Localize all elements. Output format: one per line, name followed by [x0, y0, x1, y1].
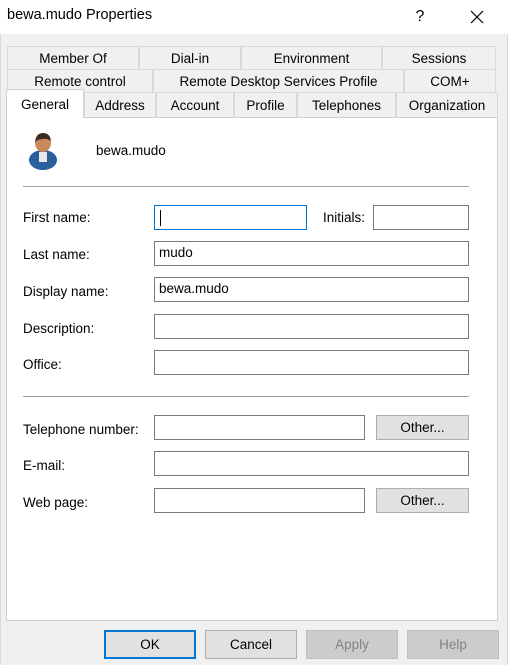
window-title: bewa.mudo Properties	[7, 7, 153, 23]
tab-account[interactable]: Account	[156, 92, 234, 117]
tab-com-plus[interactable]: COM+	[404, 69, 496, 92]
initials-label: Initials:	[323, 210, 366, 225]
text-cursor	[160, 210, 161, 226]
telephone-label: Telephone number:	[23, 422, 139, 437]
close-icon	[470, 10, 484, 24]
telephone-field[interactable]	[154, 415, 365, 440]
tab-sessions[interactable]: Sessions	[382, 46, 496, 69]
help-title-button[interactable]: ?	[405, 0, 435, 34]
tab-general[interactable]: General	[6, 89, 84, 118]
tab-telephones[interactable]: Telephones	[297, 92, 396, 117]
web-page-label: Web page:	[23, 495, 89, 510]
user-icon	[29, 133, 57, 170]
office-field[interactable]	[154, 350, 469, 375]
display-name-field[interactable]: bewa.mudo	[154, 277, 469, 302]
title-bar: bewa.mudo Properties ?	[0, 0, 508, 34]
office-label: Office:	[23, 357, 62, 372]
last-name-label: Last name:	[23, 247, 90, 262]
tab-environment[interactable]: Environment	[241, 46, 382, 69]
tab-dial-in[interactable]: Dial-in	[139, 46, 241, 69]
email-field[interactable]	[154, 451, 469, 476]
display-name-label: Display name:	[23, 284, 109, 299]
tab-address[interactable]: Address	[84, 92, 156, 117]
telephone-other-button[interactable]: Other...	[376, 415, 469, 440]
description-field[interactable]	[154, 314, 469, 339]
last-name-field[interactable]: mudo	[154, 241, 469, 266]
ok-button[interactable]: OK	[104, 630, 196, 659]
web-page-other-button[interactable]: Other...	[376, 488, 469, 513]
first-name-field[interactable]	[154, 205, 307, 230]
general-tab-panel: bewa.mudo First name: Initials: Last nam…	[6, 117, 498, 621]
close-button[interactable]	[460, 0, 494, 34]
email-label: E-mail:	[23, 458, 66, 473]
dialog-body: Member Of Dial-in Environment Sessions R…	[0, 34, 508, 665]
apply-button[interactable]: Apply	[306, 630, 398, 659]
separator-top	[23, 186, 469, 187]
tab-profile[interactable]: Profile	[234, 92, 297, 117]
tab-organization[interactable]: Organization	[396, 92, 498, 117]
tab-remote-desktop-services-profile[interactable]: Remote Desktop Services Profile	[153, 69, 404, 92]
initials-field[interactable]	[373, 205, 469, 230]
cancel-button[interactable]: Cancel	[205, 630, 297, 659]
description-label: Description:	[23, 321, 95, 336]
web-page-field[interactable]	[154, 488, 365, 513]
separator-middle	[23, 396, 469, 397]
help-button[interactable]: Help	[407, 630, 499, 659]
tab-member-of[interactable]: Member Of	[7, 46, 139, 69]
user-display-name-header: bewa.mudo	[96, 143, 166, 158]
first-name-label: First name:	[23, 210, 91, 225]
